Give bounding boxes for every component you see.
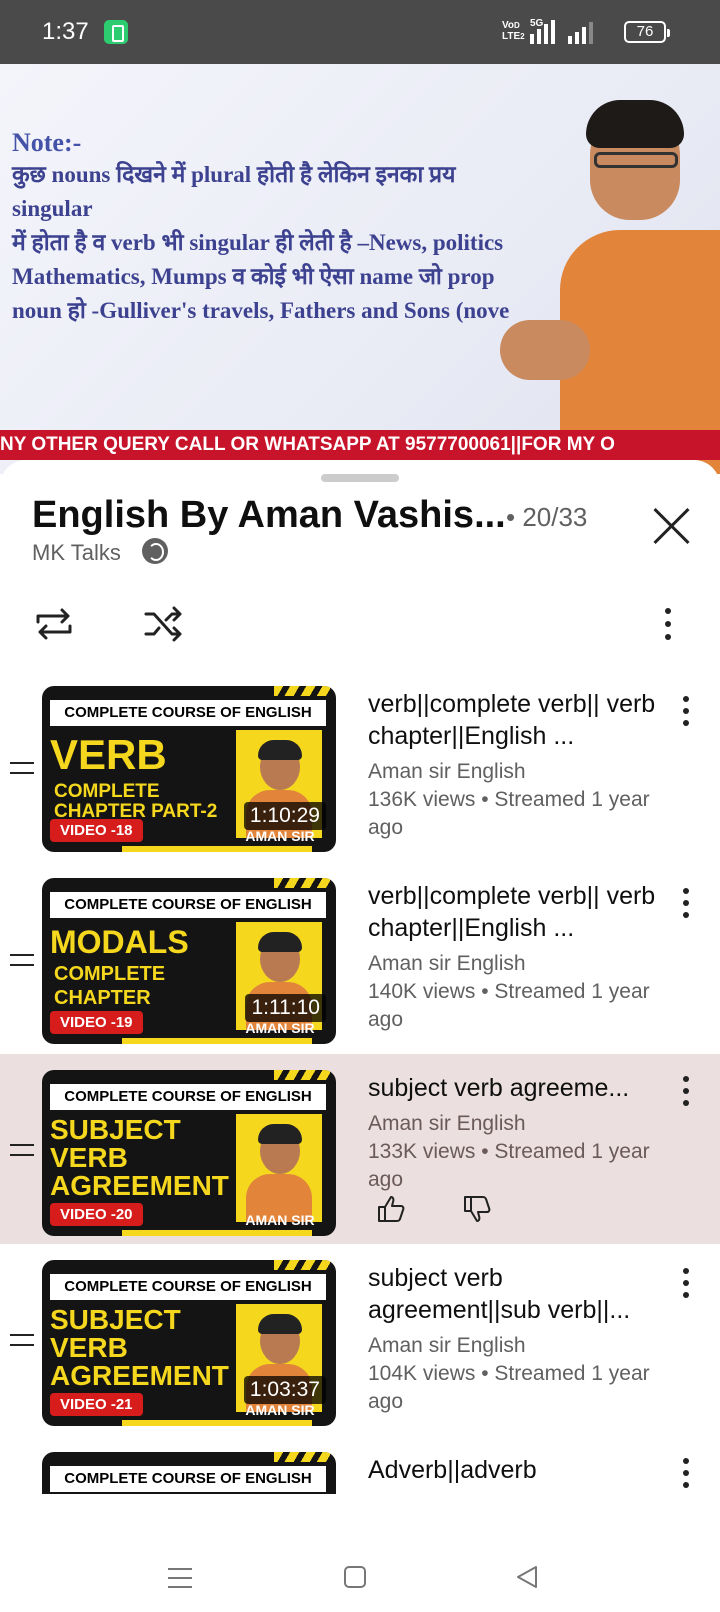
playlist-panel: English By Aman Vashis... • 20/33 MK Tal… <box>0 460 720 1540</box>
video-stats: 133K views • Streamed 1 year ago <box>368 1140 650 1191</box>
video-title[interactable]: verb||complete verb|| verb chapter||Engl… <box>368 880 668 944</box>
thumb-headline: VERB <box>50 1142 128 1173</box>
playlist-channel[interactable]: MK Talks <box>32 540 121 566</box>
drag-handle-icon[interactable] <box>10 954 34 966</box>
thumb-up-icon[interactable] <box>376 1194 406 1224</box>
video-title[interactable]: verb||complete verb|| verb chapter||Engl… <box>368 688 668 752</box>
recents-menu-icon[interactable] <box>168 1566 192 1588</box>
repeat-icon[interactable] <box>30 600 78 648</box>
ticker-banner: NY OTHER QUERY CALL OR WHATSAPP AT 95777… <box>0 430 720 460</box>
playlist-position: • 20/33 <box>506 502 588 532</box>
video-tag: VIDEO -20 <box>50 1203 143 1226</box>
playlist-title: English By Aman Vashis... <box>32 494 506 536</box>
video-tag: VIDEO -21 <box>50 1393 143 1416</box>
video-title[interactable]: subject verb agreeme... <box>368 1072 668 1104</box>
more-vert-icon[interactable] <box>656 604 680 644</box>
presenter-figure <box>500 100 720 474</box>
thumb-headline: AGREEMENT <box>50 1170 229 1201</box>
system-nav-bar <box>0 1540 720 1612</box>
drag-handle-icon[interactable] <box>10 762 34 774</box>
home-icon[interactable] <box>344 1566 366 1588</box>
volte-indicator: VoD LTE2 <box>502 20 525 42</box>
drag-handle-icon[interactable] <box>10 1144 34 1156</box>
list-item[interactable]: COMPLETE COURSE OF ENGLISH VERB COMPLETE… <box>0 674 720 864</box>
thumb-banner: COMPLETE COURSE OF ENGLISH <box>50 892 326 918</box>
video-stats: 136K views • Streamed 1 year ago <box>368 788 650 839</box>
battery-icon: 76 <box>624 21 670 43</box>
thumb-banner: COMPLETE COURSE OF ENGLISH <box>50 700 326 726</box>
video-meta: verb||complete verb|| verb chapter||Engl… <box>368 688 668 842</box>
thumb-banner: COMPLETE COURSE OF ENGLISH <box>50 1084 326 1110</box>
thumb-down-icon[interactable] <box>462 1194 492 1224</box>
video-meta: Adverb||adverb <box>368 1454 668 1486</box>
presenter-photo <box>236 1114 322 1222</box>
video-title[interactable]: subject verb agreement||sub verb||... <box>368 1262 668 1326</box>
close-icon[interactable] <box>650 504 694 548</box>
video-thumbnail[interactable]: COMPLETE COURSE OF ENGLISH SUBJECT VERB … <box>42 1260 336 1426</box>
presenter-name: AMAN SIR <box>245 1020 315 1036</box>
video-channel: Aman sir English <box>368 952 526 975</box>
video-thumbnail[interactable]: COMPLETE COURSE OF ENGLISH <box>42 1452 336 1494</box>
video-channel: Aman sir English <box>368 1334 526 1357</box>
thumb-subline: COMPLETE <box>54 781 160 802</box>
video-thumbnail[interactable]: COMPLETE COURSE OF ENGLISH VERB COMPLETE… <box>42 686 336 852</box>
list-item-current[interactable]: COMPLETE COURSE OF ENGLISH SUBJECT VERB … <box>0 1054 720 1244</box>
signal-icon-2 <box>568 20 598 44</box>
more-vert-icon[interactable] <box>674 1074 698 1114</box>
shuffle-icon[interactable] <box>140 600 188 648</box>
video-meta: subject verb agreeme... Aman sir English… <box>368 1072 668 1194</box>
video-tag: VIDEO -19 <box>50 1011 143 1034</box>
more-vert-icon[interactable] <box>674 1266 698 1306</box>
thumb-headline: SUBJECT <box>50 1114 181 1145</box>
globe-icon <box>142 538 168 564</box>
video-meta: verb||complete verb|| verb chapter||Engl… <box>368 880 668 1034</box>
list-item[interactable]: COMPLETE COURSE OF ENGLISH MODALS COMPLE… <box>0 864 720 1054</box>
more-vert-icon[interactable] <box>674 1456 698 1494</box>
thumb-subline: COMPLETE <box>54 963 166 985</box>
thumb-banner: COMPLETE COURSE OF ENGLISH <box>50 1466 326 1492</box>
thumb-subline: CHAPTER <box>54 987 151 1009</box>
duration-badge: 1:11:10 <box>245 994 326 1022</box>
thumb-banner: COMPLETE COURSE OF ENGLISH <box>50 1274 326 1300</box>
video-channel: Aman sir English <box>368 760 526 783</box>
drag-handle[interactable] <box>321 474 399 482</box>
more-vert-icon[interactable] <box>674 694 698 734</box>
thumb-headline: SUBJECT <box>50 1304 181 1335</box>
battery-saver-icon <box>104 20 128 44</box>
duration-badge: 1:10:29 <box>243 802 326 830</box>
back-icon[interactable] <box>514 1564 540 1595</box>
presenter-name: AMAN SIR <box>245 1212 315 1228</box>
thumb-headline: VERB <box>50 1332 128 1363</box>
status-bar: 1:37 VoD LTE2 5G 76 <box>0 0 720 64</box>
video-tag: VIDEO -18 <box>50 819 143 842</box>
thumb-headline: AGREEMENT <box>50 1360 229 1391</box>
thumb-headline: VERB <box>50 731 167 778</box>
video-title[interactable]: Adverb||adverb <box>368 1454 668 1486</box>
video-thumbnail[interactable]: COMPLETE COURSE OF ENGLISH MODALS COMPLE… <box>42 878 336 1044</box>
video-stats: 104K views • Streamed 1 year ago <box>368 1362 650 1413</box>
status-time: 1:37 <box>42 18 89 45</box>
video-stats: 140K views • Streamed 1 year ago <box>368 980 650 1031</box>
presenter-name: AMAN SIR <box>245 1402 315 1418</box>
video-player[interactable]: Note:- कुछ nouns दिखने में plural होती ह… <box>0 64 720 474</box>
video-channel: Aman sir English <box>368 1112 526 1135</box>
list-item[interactable]: COMPLETE COURSE OF ENGLISH Adverb||adver… <box>0 1434 720 1494</box>
presenter-name: AMAN SIR <box>245 828 315 844</box>
list-item[interactable]: COMPLETE COURSE OF ENGLISH SUBJECT VERB … <box>0 1244 720 1434</box>
signal-icon <box>530 20 560 44</box>
video-meta: subject verb agreement||sub verb||... Am… <box>368 1262 668 1416</box>
duration-badge: 1:03:37 <box>243 1376 326 1404</box>
more-vert-icon[interactable] <box>674 886 698 926</box>
drag-handle-icon[interactable] <box>10 1334 34 1346</box>
thumb-headline: MODALS <box>50 924 189 960</box>
video-thumbnail[interactable]: COMPLETE COURSE OF ENGLISH SUBJECT VERB … <box>42 1070 336 1236</box>
